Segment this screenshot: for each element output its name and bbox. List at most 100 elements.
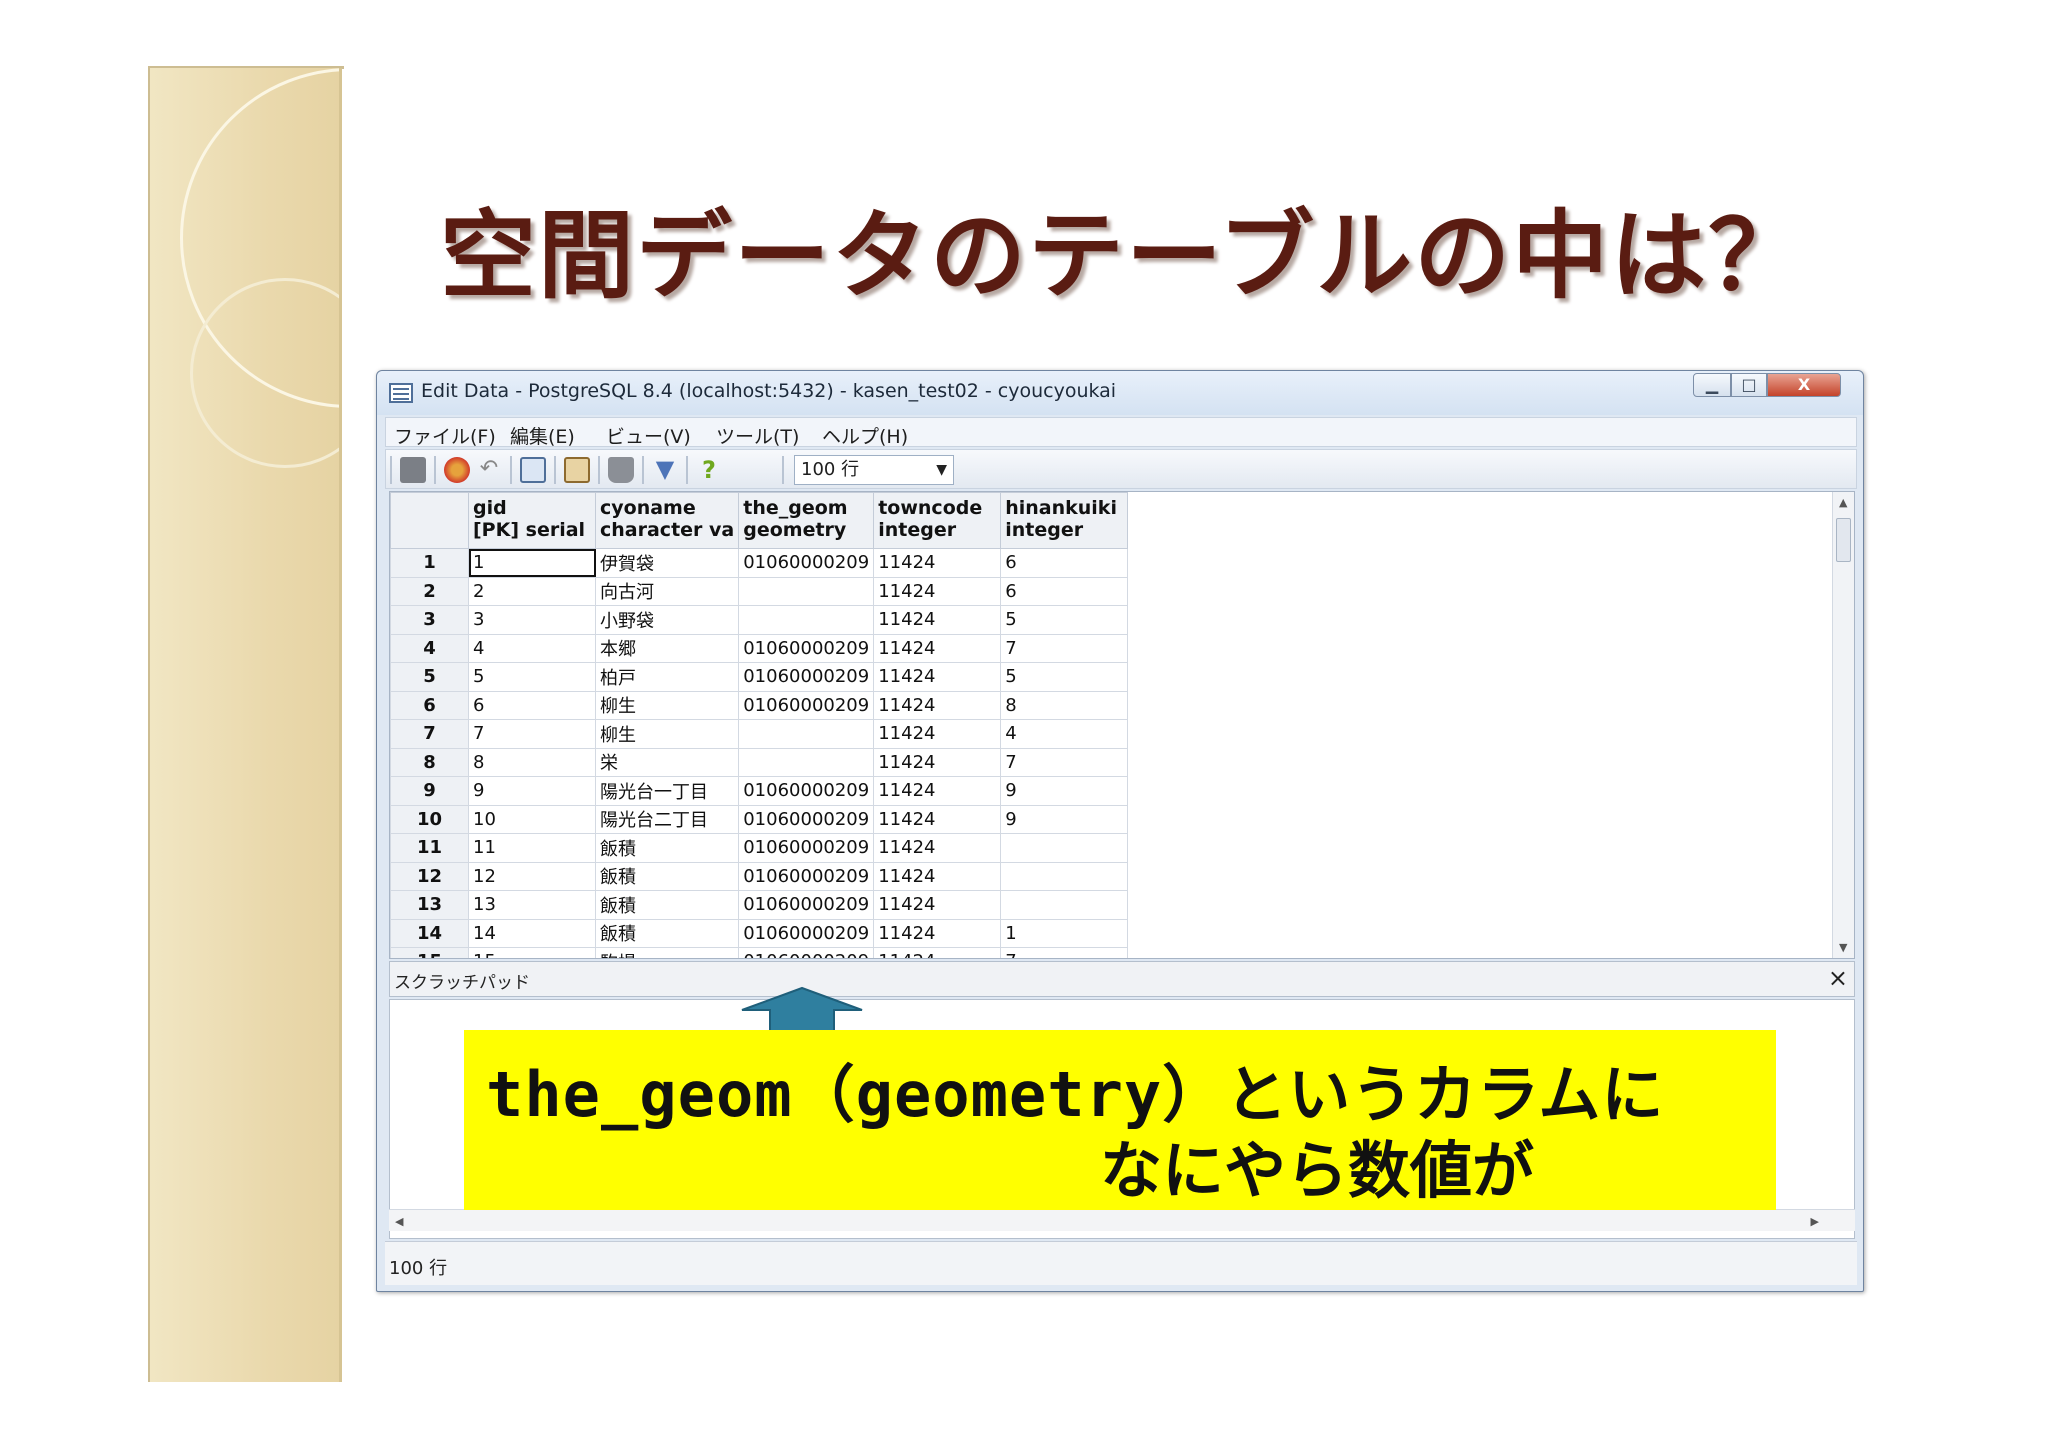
table-row[interactable]: 4 4 本郷 01060000209 11424 7 [390, 633, 1129, 663]
grid-cell-cyoname[interactable]: 柳生 [594, 690, 740, 720]
table-row[interactable]: 7 7 柳生 11424 4 [390, 719, 1129, 749]
grid-cell-hinankuiki[interactable]: 5 [1000, 605, 1129, 635]
grid-cell-cyoname[interactable]: 駒場 [594, 947, 740, 958]
row-number[interactable]: 4 [390, 633, 469, 663]
grid-cell-hinankuiki[interactable]: 8 [1000, 690, 1129, 720]
row-number[interactable]: 9 [390, 776, 469, 806]
grid-cell-hinankuiki[interactable]: 7 [1000, 747, 1129, 777]
grid-cell-hinankuiki[interactable] [1000, 861, 1129, 891]
row-number[interactable]: 11 [390, 833, 469, 863]
row-number[interactable]: 7 [390, 719, 469, 749]
grid-cell-cyoname[interactable]: 飯積 [594, 861, 740, 891]
grid-cell-towncode[interactable]: 11424 [873, 548, 1002, 578]
row-number[interactable]: 5 [390, 662, 469, 692]
row-number[interactable]: 3 [390, 605, 469, 635]
grid-cell-cyoname[interactable]: 本郷 [594, 633, 740, 663]
grid-cell-towncode[interactable]: 11424 [873, 947, 1002, 958]
grid-cell-gid[interactable]: 1 [468, 548, 596, 578]
column-header[interactable]: towncode integer [873, 492, 1002, 549]
grid-cell-cyoname[interactable]: 向古河 [594, 576, 740, 606]
grid-cell-towncode[interactable]: 11424 [873, 776, 1002, 806]
grid-cell-gid[interactable]: 6 [468, 690, 596, 720]
grid-cell-towncode[interactable]: 11424 [873, 605, 1002, 635]
column-header[interactable]: cyoname character va [594, 492, 740, 549]
grid-cell-the-geom[interactable] [738, 747, 875, 777]
table-row[interactable]: 10 10 陽光台二丁目 01060000209 11424 9 [390, 804, 1129, 834]
grid-cell-towncode[interactable]: 11424 [873, 804, 1002, 834]
grid-cell-cyoname[interactable]: 陽光台一丁目 [594, 776, 740, 806]
grid-cell-gid[interactable]: 11 [468, 833, 596, 863]
row-number[interactable]: 1 [390, 548, 469, 578]
maximize-button[interactable]: □ [1731, 373, 1767, 397]
row-limit-select[interactable]: 100 行 ▼ [794, 455, 954, 485]
grid-cell-gid[interactable]: 14 [468, 918, 596, 948]
close-button[interactable]: X [1767, 373, 1841, 397]
help-icon[interactable]: ? [696, 457, 722, 483]
close-icon[interactable]: × [1828, 964, 1848, 992]
table-row[interactable]: 2 2 向古河 11424 6 [390, 576, 1129, 606]
grid-cell-towncode[interactable]: 11424 [873, 662, 1002, 692]
save-icon[interactable] [400, 457, 426, 483]
grid-cell-gid[interactable]: 7 [468, 719, 596, 749]
grid-cell-hinankuiki[interactable]: 4 [1000, 719, 1129, 749]
table-row[interactable]: 1515駒場01060000209114247 [390, 947, 1129, 958]
grid-cell-the-geom[interactable]: 01060000209 [738, 633, 875, 663]
grid-cell-gid[interactable]: 3 [468, 605, 596, 635]
scrollbar-thumb[interactable] [1836, 518, 1851, 562]
grid-cell-the-geom[interactable] [738, 605, 875, 635]
grid-cell-the-geom[interactable]: 01060000209 [738, 804, 875, 834]
row-number-header[interactable] [390, 492, 469, 549]
grid-cell-the-geom[interactable]: 01060000209 [738, 776, 875, 806]
grid-cell-the-geom[interactable]: 01060000209 [738, 947, 875, 958]
copy-icon[interactable] [520, 457, 546, 483]
grid-cell-towncode[interactable]: 11424 [873, 918, 1002, 948]
menu-help[interactable]: ヘルプ(H) [822, 422, 908, 449]
grid-cell-gid[interactable]: 12 [468, 861, 596, 891]
grid-cell-cyoname[interactable]: 柳生 [594, 719, 740, 749]
grid-cell-towncode[interactable]: 11424 [873, 719, 1002, 749]
row-number[interactable]: 13 [390, 890, 469, 920]
grid-cell-cyoname[interactable]: 伊賀袋 [594, 548, 740, 578]
grid-cell-hinankuiki[interactable]: 9 [1000, 804, 1129, 834]
table-row[interactable]: 3 3 小野袋 11424 5 [390, 605, 1129, 635]
table-row[interactable]: 8 8 栄 11424 7 [390, 747, 1129, 777]
grid-cell-towncode[interactable]: 11424 [873, 747, 1002, 777]
grid-cell-the-geom[interactable]: 01060000209 [738, 861, 875, 891]
refresh-icon[interactable] [444, 457, 470, 483]
grid-cell-cyoname[interactable]: 飯積 [594, 890, 740, 920]
grid-cell-cyoname[interactable]: 柏戸 [594, 662, 740, 692]
row-number[interactable]: 6 [390, 690, 469, 720]
table-row[interactable]: 6 6 柳生 01060000209 11424 8 [390, 690, 1129, 720]
undo-icon[interactable]: ↶ [476, 457, 502, 483]
horizontal-scrollbar[interactable]: ◀ ▶ [389, 1209, 1855, 1231]
row-number[interactable]: 14 [390, 918, 469, 948]
grid-cell-the-geom[interactable]: 01060000209 [738, 890, 875, 920]
grid-cell-hinankuiki[interactable]: 6 [1000, 576, 1129, 606]
grid-cell-gid[interactable]: 15 [468, 947, 596, 958]
grid-cell-cyoname[interactable]: 陽光台二丁目 [594, 804, 740, 834]
grid-cell-hinankuiki[interactable] [1000, 833, 1129, 863]
row-number[interactable]: 15 [390, 947, 469, 958]
grid-cell-cyoname[interactable]: 飯積 [594, 918, 740, 948]
delete-icon[interactable] [608, 457, 634, 483]
grid-cell-gid[interactable]: 13 [468, 890, 596, 920]
grid-cell-the-geom[interactable]: 01060000209 [738, 690, 875, 720]
scroll-right-icon[interactable]: ▶ [1811, 1215, 1819, 1228]
table-row[interactable]: 1 1 伊賀袋 01060000209 11424 6 [390, 548, 1129, 578]
grid-cell-hinankuiki[interactable]: 1 [1000, 918, 1129, 948]
column-header[interactable]: hinankuiki integer [1000, 492, 1129, 549]
menu-edit[interactable]: 編集(E) [510, 422, 575, 449]
grid-cell-cyoname[interactable]: 小野袋 [594, 605, 740, 635]
grid-cell-towncode[interactable]: 11424 [873, 833, 1002, 863]
table-row[interactable]: 5 5 柏戸 01060000209 11424 5 [390, 662, 1129, 692]
row-number[interactable]: 12 [390, 861, 469, 891]
minimize-button[interactable]: ▁ [1693, 373, 1731, 397]
grid-cell-towncode[interactable]: 11424 [873, 690, 1002, 720]
table-row[interactable]: 12 12 飯積 01060000209 11424 [390, 861, 1129, 891]
table-row[interactable]: 13 13 飯積 01060000209 11424 [390, 890, 1129, 920]
table-row[interactable]: 11 11 飯積 01060000209 11424 [390, 833, 1129, 863]
row-number[interactable]: 10 [390, 804, 469, 834]
grid-cell-gid[interactable]: 8 [468, 747, 596, 777]
grid-cell-hinankuiki[interactable]: 6 [1000, 548, 1129, 578]
grid-cell-hinankuiki[interactable]: 9 [1000, 776, 1129, 806]
